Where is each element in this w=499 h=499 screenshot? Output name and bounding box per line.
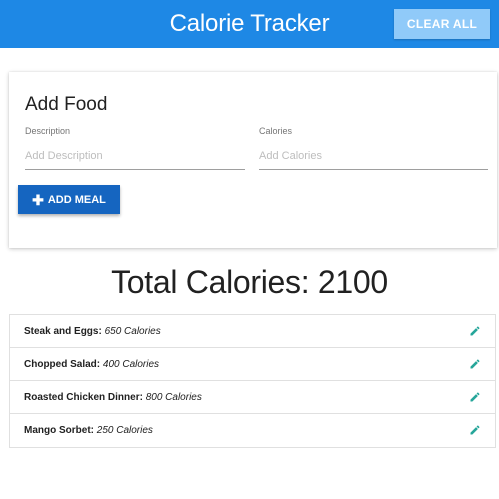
description-label: Description: [25, 126, 71, 136]
card-title: Add Food: [25, 94, 108, 115]
pencil-icon[interactable]: [469, 424, 481, 436]
meal-name: Roasted Chicken Dinner:: [24, 392, 143, 403]
meal-name: Steak and Eggs:: [24, 326, 102, 337]
add-food-card: Add Food Description Calories ✚ ADD MEAL: [9, 72, 497, 248]
total-calories: Total Calories: 2100: [111, 264, 388, 300]
meal-calories: 800 Calories: [145, 392, 202, 403]
meal-calories: 250 Calories: [96, 425, 153, 436]
meal-calories: 650 Calories: [104, 326, 161, 337]
list-item: Steak and Eggs: 650 Calories: [10, 315, 495, 348]
pencil-icon[interactable]: [469, 358, 481, 370]
calories-input[interactable]: [259, 142, 488, 170]
pencil-icon[interactable]: [469, 391, 481, 403]
list-item: Roasted Chicken Dinner: 800 Calories: [10, 381, 495, 414]
meal-calories: 400 Calories: [102, 359, 160, 370]
navbar: Calorie Tracker CLEAR ALL: [0, 0, 499, 48]
pencil-icon[interactable]: [469, 325, 481, 337]
list-item: Mango Sorbet: 250 Calories: [10, 414, 495, 447]
plus-icon: ✚: [32, 191, 44, 208]
clear-all-button[interactable]: CLEAR ALL: [394, 9, 490, 39]
calories-label: Calories: [259, 126, 293, 136]
add-meal-button[interactable]: ✚ ADD MEAL: [18, 185, 120, 214]
list-item: Chopped Salad: 400 Calories: [10, 348, 495, 381]
description-input[interactable]: [25, 142, 245, 170]
meal-name: Mango Sorbet:: [24, 425, 94, 436]
add-meal-label: ADD MEAL: [47, 193, 106, 206]
meal-name: Chopped Salad:: [24, 359, 101, 370]
meal-list: Steak and Eggs: 650 Calories Chopped Sal…: [9, 314, 496, 448]
